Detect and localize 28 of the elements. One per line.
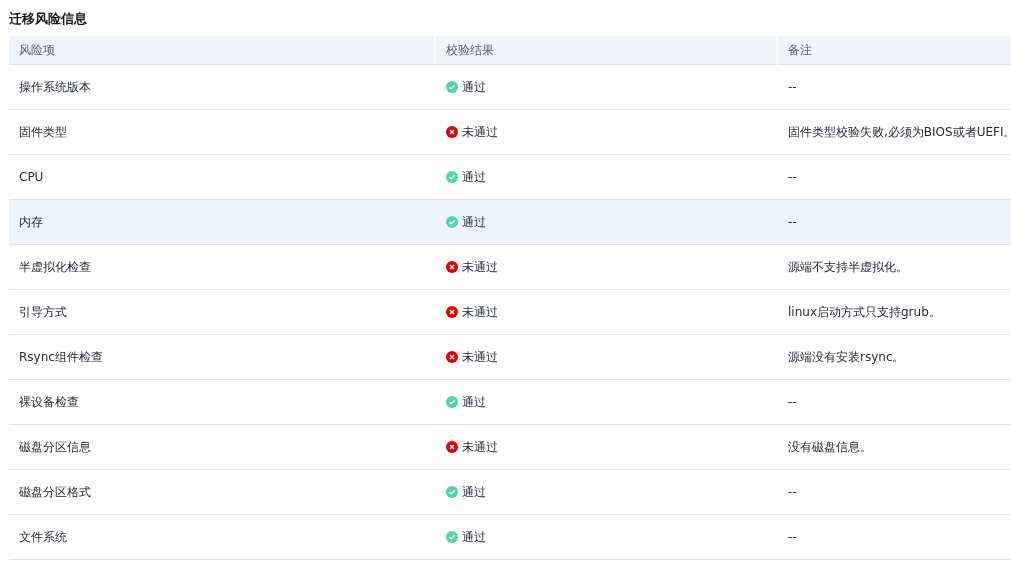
column-header: 校验结果 [436, 36, 778, 65]
status-text: 通过 [462, 483, 486, 501]
status-text: 通过 [462, 393, 486, 411]
status-text: 通过 [462, 528, 486, 546]
status-text: 未通过 [462, 258, 498, 276]
status-text: 未通过 [462, 438, 498, 456]
status-text: 通过 [462, 168, 486, 186]
table-cell: 内存 [9, 200, 436, 245]
error-icon [446, 261, 458, 273]
check-icon [446, 531, 458, 543]
status-text: 通过 [462, 213, 486, 231]
error-icon [446, 126, 458, 138]
status-text: 未通过 [462, 348, 498, 366]
table-cell: -- [778, 200, 1011, 245]
check-icon [446, 396, 458, 408]
status-text: 未通过 [462, 303, 498, 321]
error-icon [446, 306, 458, 318]
column-header: 备注 [778, 36, 1011, 65]
check-icon [446, 171, 458, 183]
status-text: 未通过 [462, 123, 498, 141]
check-icon [446, 486, 458, 498]
check-icon [446, 81, 458, 93]
error-icon [446, 441, 458, 453]
error-icon [446, 351, 458, 363]
column-header: 风险项 [9, 36, 436, 65]
status-text: 通过 [462, 78, 486, 96]
check-icon [446, 216, 458, 228]
section-title: 迁移风险信息 [9, 10, 88, 28]
